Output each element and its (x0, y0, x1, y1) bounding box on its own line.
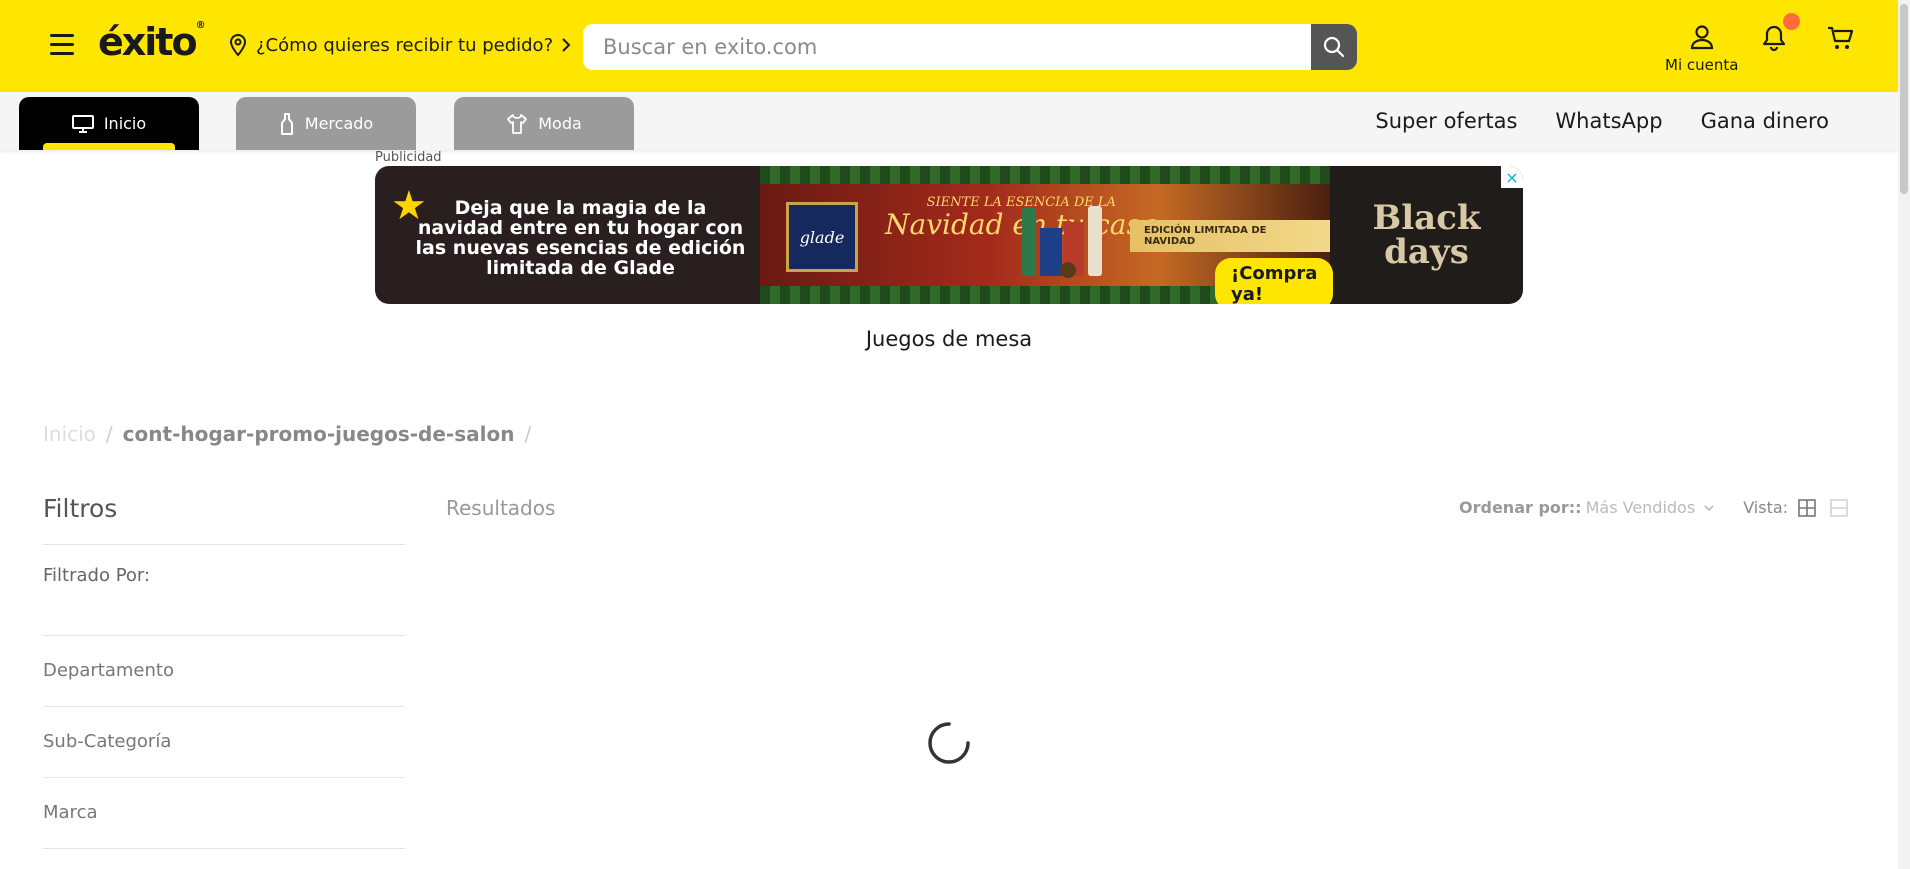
limited-edition-ribbon: EDICIÓN LIMITADA DE NAVIDAD (1130, 220, 1330, 252)
shirt-icon (507, 113, 528, 134)
category-navbar: Inicio Mercado Moda Super ofertas WhatsA… (0, 92, 1898, 150)
logo-registered-mark: ® (195, 20, 206, 31)
chevron-down-icon[interactable] (1703, 502, 1715, 514)
sort-and-view-bar: Ordenar por:: Más Vendidos Vista: (1459, 498, 1848, 517)
ad-left-text: Deja que la magia de la navidad entre en… (415, 197, 746, 279)
bottle-icon (280, 112, 293, 135)
tab-mercado[interactable]: Mercado (236, 97, 416, 150)
breadcrumb: Inicio / cont-hogar-promo-juegos-de-salo… (43, 422, 531, 446)
search-input[interactable] (583, 24, 1311, 70)
ad-label: Publicidad (375, 150, 442, 165)
page-title: Juegos de mesa (865, 327, 1033, 351)
breadcrumb-separator: / (105, 422, 113, 446)
link-gana-dinero[interactable]: Gana dinero (1701, 109, 1829, 133)
garland-decoration (760, 166, 1330, 184)
ad-close-icon[interactable]: ⨯ (1501, 166, 1523, 188)
filter-sub-categoria[interactable]: Sub-Categoría (43, 707, 405, 778)
sort-label: Ordenar por:: (1459, 498, 1582, 517)
scrollbar-thumb[interactable] (1900, 4, 1908, 194)
chevron-right-icon (562, 38, 571, 52)
exito-logo[interactable]: éxito® (98, 20, 206, 64)
search-bar (583, 24, 1357, 70)
filters-title: Filtros (43, 494, 405, 545)
top-header: éxito® ¿Cómo quieres recibir tu pedido? … (0, 0, 1898, 92)
filter-marca[interactable]: Marca (43, 778, 405, 849)
logo-text: éxito (98, 20, 198, 64)
breadcrumb-current[interactable]: cont-hogar-promo-juegos-de-salon (123, 422, 515, 446)
loading-spinner-icon (928, 722, 970, 764)
location-prompt: ¿Cómo quieres recibir tu pedido? (256, 34, 554, 56)
tab-label: Mercado (304, 114, 374, 133)
ad-cta-button[interactable]: ¡Compra ya! (1215, 258, 1334, 304)
account-label: Mi cuenta (1665, 56, 1739, 74)
glade-logo: glade (786, 202, 858, 272)
tab-moda[interactable]: Moda (454, 97, 634, 150)
product-image (1022, 206, 1102, 278)
filters-sidebar: Filtros Filtrado Por: Departamento Sub-C… (43, 494, 405, 849)
view-label: Vista: (1743, 498, 1789, 517)
active-tab-indicator (43, 143, 175, 150)
link-whatsapp[interactable]: WhatsApp (1555, 109, 1662, 133)
page-scrollbar[interactable] (1898, 0, 1910, 869)
monitor-icon (71, 114, 94, 133)
search-button[interactable] (1311, 24, 1357, 70)
grid-view-icon[interactable] (1798, 498, 1816, 517)
delivery-location-selector[interactable]: ¿Cómo quieres recibir tu pedido? (228, 33, 571, 57)
sort-dropdown[interactable]: Más Vendidos (1586, 498, 1696, 517)
ad-left-panel: ★ Deja que la magia de la navidad entre … (375, 166, 760, 304)
results-label: Resultados (446, 496, 556, 520)
account-button[interactable]: Mi cuenta (1665, 24, 1738, 74)
notification-badge (1783, 13, 1800, 30)
breadcrumb-home[interactable]: Inicio (43, 422, 96, 446)
cart-icon[interactable] (1826, 24, 1854, 52)
link-super-ofertas[interactable]: Super ofertas (1375, 109, 1517, 133)
location-pin-icon (229, 33, 247, 57)
tab-label: Inicio (103, 114, 147, 133)
filtered-by-label: Filtrado Por: (43, 545, 405, 636)
tab-label: Moda (538, 114, 582, 133)
notifications-bell-icon[interactable] (1760, 24, 1788, 52)
ad-middle-panel: glade SIENTE LA ESENCIA DE LA Navidad en… (760, 166, 1334, 304)
star-icon: ★ (391, 183, 427, 229)
header-links: Super ofertas WhatsApp Gana dinero (1375, 109, 1829, 133)
list-view-icon[interactable] (1830, 498, 1848, 517)
tab-inicio[interactable]: Inicio (19, 97, 199, 150)
menu-icon[interactable] (50, 34, 74, 56)
black-days-badge: Black days (1330, 166, 1523, 304)
search-icon (1323, 36, 1345, 58)
user-icon (1690, 25, 1713, 50)
ad-banner[interactable]: ★ Deja que la magia de la navidad entre … (375, 166, 1523, 304)
breadcrumb-separator: / (524, 422, 532, 446)
filter-departamento[interactable]: Departamento (43, 636, 405, 707)
